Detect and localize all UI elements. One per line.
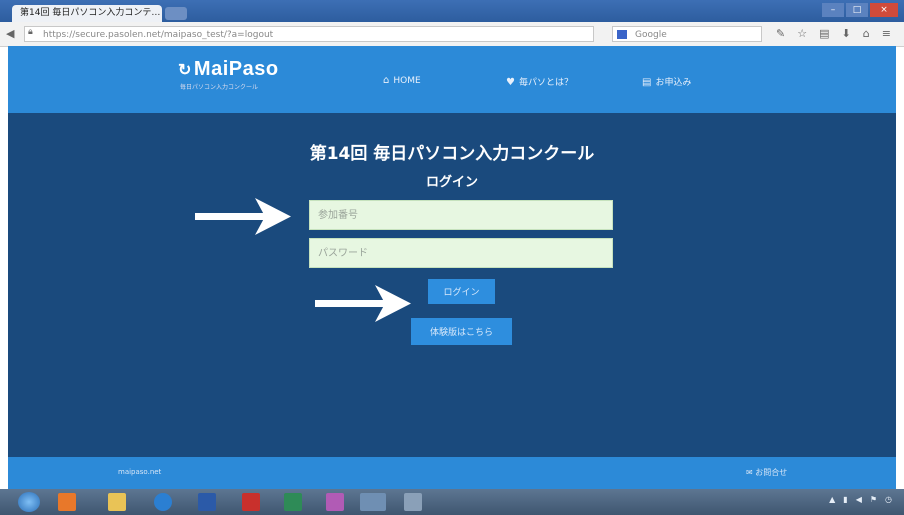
browser-toolbar: ◀ https://secure.pasolen.net/maipaso_tes… xyxy=(0,22,904,47)
home-icon: ⌂ xyxy=(383,75,390,86)
download-icon[interactable]: ⬇ xyxy=(842,27,851,40)
maximize-button[interactable]: □ xyxy=(846,3,868,17)
search-engine-icon xyxy=(617,30,627,39)
close-button[interactable]: × xyxy=(870,3,898,17)
login-heading: ログイン xyxy=(425,175,478,190)
nav-home-label: HOME xyxy=(393,76,421,86)
heart-icon: ♥ xyxy=(506,77,515,88)
active-window-icon[interactable] xyxy=(360,493,386,511)
clipboard-icon[interactable]: ▤ xyxy=(819,27,829,40)
annotation-arrow-login xyxy=(315,285,411,322)
excel-icon[interactable] xyxy=(284,493,302,511)
logo-subtitle: 毎日パソコン入力コンクール xyxy=(180,84,259,91)
page-title: 第14回 毎日パソコン入力コンクール xyxy=(309,144,595,164)
volume-icon[interactable]: ◀ xyxy=(856,495,862,504)
os-taskbar: ▲ ▮ ◀ ⚑ ◷ xyxy=(0,489,904,515)
site-header: ↻ MaiPaso 毎日パソコン入力コンクール ⌂ HOME ♥ 毎パソとは？ ▤ お申… xyxy=(8,46,896,113)
flag-icon[interactable]: ⚑ xyxy=(870,495,877,504)
media-icon[interactable] xyxy=(326,493,344,511)
browser-tab[interactable]: 第14回 毎日パソコン入力コンテ… xyxy=(12,5,162,22)
login-button[interactable]: ログイン xyxy=(428,279,495,304)
url-text: https://secure.pasolen.net/maipaso_test/… xyxy=(43,30,274,40)
folder-icon[interactable] xyxy=(108,493,126,511)
network-icon[interactable]: ▮ xyxy=(843,495,847,504)
logo-text: MaiPaso xyxy=(193,58,279,80)
menu-icon[interactable]: ≡ xyxy=(882,27,891,40)
footer-contact-link[interactable]: ✉ お問合せ xyxy=(746,467,787,478)
home-icon[interactable]: ⌂ xyxy=(863,27,870,40)
clock-icon[interactable]: ◷ xyxy=(885,495,892,504)
reader-icon[interactable]: ✎ xyxy=(776,27,785,40)
minimize-button[interactable]: – xyxy=(822,3,844,17)
browser-titlebar: 第14回 毎日パソコン入力コンテ… – □ × xyxy=(0,0,904,22)
nav-about[interactable]: ♥ 毎パソとは？ xyxy=(506,75,573,88)
form-icon: ▤ xyxy=(642,77,652,88)
participant-number-input[interactable] xyxy=(309,200,613,230)
mail-icon: ✉ xyxy=(746,468,756,477)
search-placeholder: Google xyxy=(635,30,667,40)
address-bar[interactable]: https://secure.pasolen.net/maipaso_test/… xyxy=(24,26,594,42)
nav-apply[interactable]: ▤ お申込み xyxy=(642,75,691,88)
firefox-icon[interactable] xyxy=(58,493,76,511)
nav-about-label: 毎パソとは？ xyxy=(518,78,573,88)
site-logo[interactable]: ↻ MaiPaso 毎日パソコン入力コンクール xyxy=(178,58,279,91)
word-icon[interactable] xyxy=(198,493,216,511)
main-content: 第14回 毎日パソコン入力コンクール ログイン ログイン 体験版はこちら xyxy=(8,113,896,457)
footer-site-link[interactable]: maipaso.net xyxy=(118,468,161,476)
nav-home[interactable]: ⌂ HOME xyxy=(383,75,421,86)
nav-apply-label: お申込み xyxy=(655,78,692,88)
hp-icon[interactable] xyxy=(154,493,172,511)
swirl-icon: ↻ xyxy=(178,62,192,79)
window-controls: – □ × xyxy=(822,3,898,17)
password-input[interactable] xyxy=(309,238,613,268)
tray-arrow-icon[interactable]: ▲ xyxy=(829,495,835,504)
lock-icon: 🔒︎ xyxy=(28,27,33,37)
acrobat-icon[interactable] xyxy=(242,493,260,511)
site-footer: maipaso.net ✉ お問合せ xyxy=(8,457,896,489)
new-tab-button[interactable] xyxy=(165,7,187,20)
back-arrow-icon[interactable]: ◀ xyxy=(6,27,14,40)
footer-contact-label: お問合せ xyxy=(755,468,788,477)
settings-icon[interactable] xyxy=(404,493,422,511)
start-button[interactable] xyxy=(18,492,40,512)
search-bar[interactable]: Google xyxy=(612,26,762,42)
annotation-arrow-input xyxy=(195,198,291,235)
star-icon[interactable]: ☆ xyxy=(797,27,807,40)
system-tray: ▲ ▮ ◀ ⚑ ◷ xyxy=(829,495,892,504)
trial-version-button[interactable]: 体験版はこちら xyxy=(411,318,512,345)
toolbar-icons: ✎ ☆ ▤ ⬇ ⌂ ≡ xyxy=(776,27,891,40)
